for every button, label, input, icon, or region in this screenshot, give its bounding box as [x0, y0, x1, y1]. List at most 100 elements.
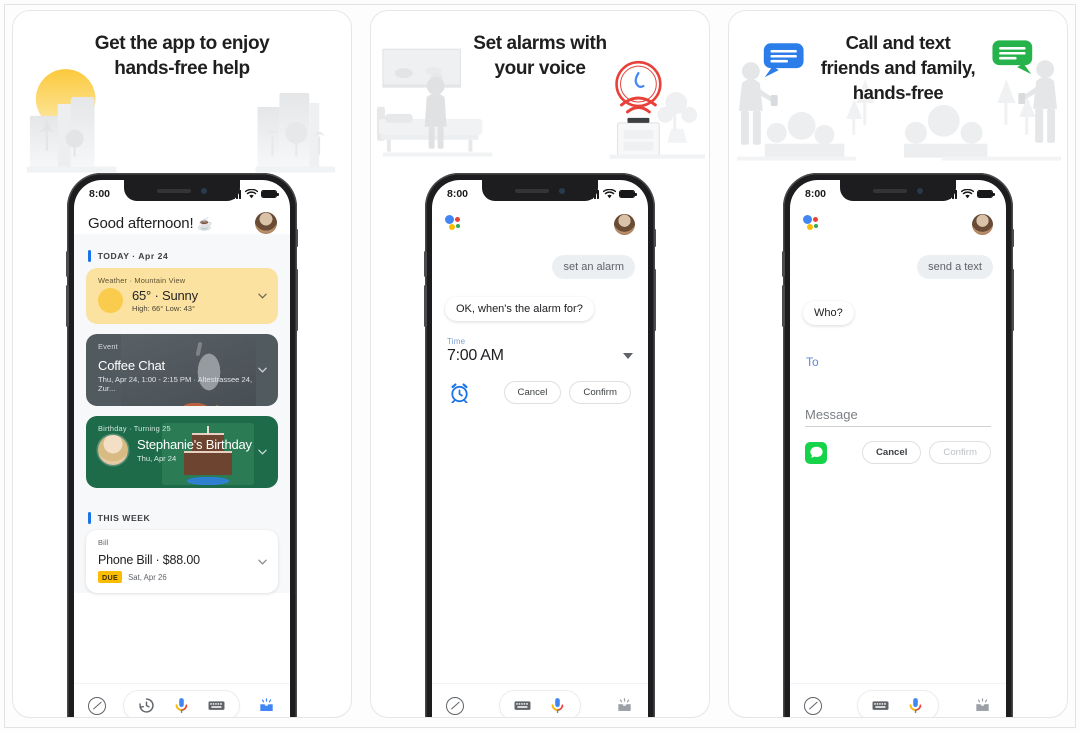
- card-kicker: Bill: [98, 538, 109, 547]
- screenshot-root: Get the app to enjoy hands-free help 8:0…: [0, 0, 1080, 732]
- assistant-conversation: send a text Who?: [790, 206, 1006, 325]
- battery-full-icon: [977, 190, 995, 198]
- phone-screen: 8:00 Good afternoon! ☕ TODAY · Apr 24 We…: [74, 180, 290, 717]
- section-label-text: THIS WEEK: [97, 513, 151, 523]
- battery-full-icon: [261, 190, 279, 198]
- status-time: 8:00: [447, 188, 469, 200]
- cancel-button[interactable]: Cancel: [503, 381, 562, 404]
- card-event[interactable]: Event Coffee Chat Thu, Apr 24, 1:00 - 2:…: [86, 334, 278, 406]
- assistant-conversation: set an alarm OK, when's the alarm for?: [432, 206, 648, 321]
- sun-icon: [98, 288, 123, 313]
- card-kicker: Event: [98, 342, 118, 351]
- card-feed-week: Bill Phone Bill · $88.00 DUE Sat, Apr 26: [74, 530, 290, 593]
- wifi-icon: [602, 189, 616, 199]
- section-header-today: TODAY · Apr 24: [74, 236, 290, 268]
- messages-app-icon: [805, 441, 827, 464]
- front-camera: [917, 187, 923, 194]
- bottom-nav: [790, 683, 1006, 717]
- compose-actions: Cancel Confirm: [790, 427, 1006, 464]
- avatar[interactable]: [614, 214, 635, 235]
- contact-avatar: [98, 435, 128, 465]
- card-title: Stephanie's Birthday: [137, 437, 252, 452]
- phone-mockup: 8:00: [424, 173, 656, 717]
- greeting-label: Good afternoon!: [88, 214, 194, 232]
- message-input[interactable]: Message: [805, 407, 991, 427]
- status-time: 8:00: [89, 188, 111, 200]
- assistant-input-bar: [856, 690, 939, 717]
- google-mic-icon[interactable]: [906, 696, 925, 715]
- bottom-nav: [74, 683, 290, 717]
- time-value[interactable]: 7:00 AM: [447, 347, 504, 365]
- avatar[interactable]: [972, 214, 993, 235]
- keyboard-icon[interactable]: [871, 696, 890, 715]
- card-title: Coffee Chat: [98, 358, 165, 373]
- card-subtitle: Thu, Apr 24, 1:00 - 2:15 PM · Altestrass…: [98, 375, 253, 393]
- google-mic-icon[interactable]: [548, 696, 567, 715]
- section-label-text: TODAY · Apr 24: [97, 251, 169, 261]
- assistant-message-bubble: OK, when's the alarm for?: [445, 297, 594, 321]
- phone-mockup: 8:00 Good afternoon! ☕ TODAY · Apr 24 We…: [66, 173, 298, 717]
- keyboard-icon[interactable]: [207, 696, 226, 715]
- history-icon[interactable]: [137, 696, 156, 715]
- section-header-this-week: THIS WEEK: [74, 498, 290, 530]
- card-title: 65° · Sunny: [132, 288, 198, 303]
- google-mic-icon[interactable]: [172, 696, 191, 715]
- card-feed: Weather · Mountain View 65° · Sunny High…: [74, 268, 290, 488]
- card-weather[interactable]: Weather · Mountain View 65° · Sunny High…: [86, 268, 278, 324]
- google-assistant-icon: [803, 214, 821, 232]
- front-camera: [559, 187, 565, 194]
- card-subtitle: High: 66° Low: 43°: [132, 304, 196, 313]
- headline-line-2: friends and family,: [820, 56, 976, 78]
- assistant-message-bubble: Who?: [803, 301, 854, 325]
- headline-line-1: Get the app to enjoy: [94, 33, 270, 54]
- phone-screen: 8:00: [432, 180, 648, 717]
- headline-line-2: hands-free help: [114, 58, 250, 80]
- chevron-down-icon[interactable]: [258, 557, 267, 566]
- inbox-icon[interactable]: [973, 698, 992, 713]
- card-birthday[interactable]: Birthday · Turning 25 Stephanie's Birthd…: [86, 416, 278, 488]
- battery-full-icon: [619, 190, 637, 198]
- alarm-clock-icon: [451, 383, 468, 403]
- panel-headline: Set alarms with your voice: [371, 11, 709, 82]
- chevron-down-icon[interactable]: [258, 292, 267, 301]
- inbox-icon[interactable]: [257, 698, 276, 713]
- phone-notch: [840, 180, 956, 201]
- earpiece-speaker: [515, 188, 549, 193]
- keyboard-icon[interactable]: [513, 696, 532, 715]
- headline-line-1: Set alarms with: [473, 33, 607, 54]
- promo-panel-home: Get the app to enjoy hands-free help 8:0…: [12, 10, 352, 718]
- explore-icon[interactable]: [88, 696, 106, 715]
- greeting-row: Good afternoon! ☕: [74, 206, 290, 234]
- phone-mockup: 8:00: [782, 173, 1014, 717]
- user-message-bubble: set an alarm: [552, 255, 635, 279]
- wifi-icon: [244, 189, 258, 199]
- explore-icon[interactable]: [804, 696, 822, 715]
- confirm-button: Confirm: [929, 441, 991, 464]
- time-field-row[interactable]: 7:00 AM: [447, 346, 633, 365]
- promo-panel-alarm: Set alarms with your voice 8:00 set an a…: [370, 10, 710, 718]
- user-message-bubble: send a text: [917, 255, 993, 279]
- card-bill[interactable]: Bill Phone Bill · $88.00 DUE Sat, Apr 26: [86, 530, 278, 593]
- coffee-emoji-icon: ☕: [197, 216, 213, 231]
- assistant-input-bar: [498, 690, 581, 717]
- wifi-icon: [960, 189, 974, 199]
- card-title: Phone Bill · $88.00: [98, 553, 200, 567]
- avatar[interactable]: [255, 212, 277, 234]
- cancel-button[interactable]: Cancel: [861, 441, 922, 464]
- phone-notch: [124, 180, 240, 201]
- caret-down-icon[interactable]: [623, 353, 633, 359]
- phone-screen: 8:00: [790, 180, 1006, 717]
- section-accent-bar: [88, 250, 91, 262]
- explore-icon[interactable]: [446, 696, 464, 715]
- confirm-button[interactable]: Confirm: [569, 381, 631, 404]
- assistant-input-bar: [123, 690, 240, 717]
- due-date: Sat, Apr 26: [128, 572, 167, 582]
- panel-headline: Get the app to enjoy hands-free help: [13, 11, 351, 82]
- headline-line-1: Call and text: [845, 32, 951, 53]
- earpiece-speaker: [873, 188, 907, 193]
- alarm-actions: Cancel Confirm: [447, 365, 633, 404]
- to-field-label[interactable]: To: [790, 325, 1006, 369]
- inbox-icon[interactable]: [615, 698, 634, 713]
- card-subtitle: Thu, Apr 24: [137, 454, 177, 463]
- panel-headline: Call and text friends and family, hands-…: [729, 11, 1067, 105]
